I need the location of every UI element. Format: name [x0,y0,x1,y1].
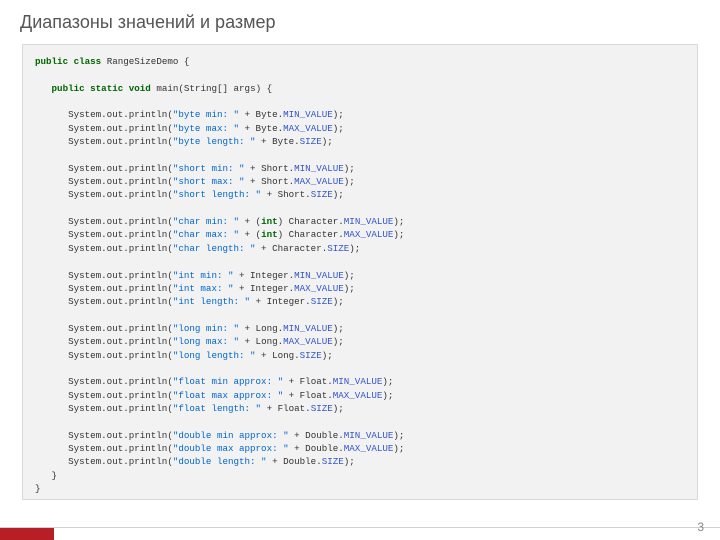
page-number: 3 [697,520,704,534]
footer-accent [0,528,54,540]
slide-title: Диапазоны значений и размер [20,12,276,33]
code-block: public class RangeSizeDemo { public stat… [22,44,698,500]
slide: Диапазоны значений и размер public class… [0,0,720,540]
footer-divider [0,527,720,528]
